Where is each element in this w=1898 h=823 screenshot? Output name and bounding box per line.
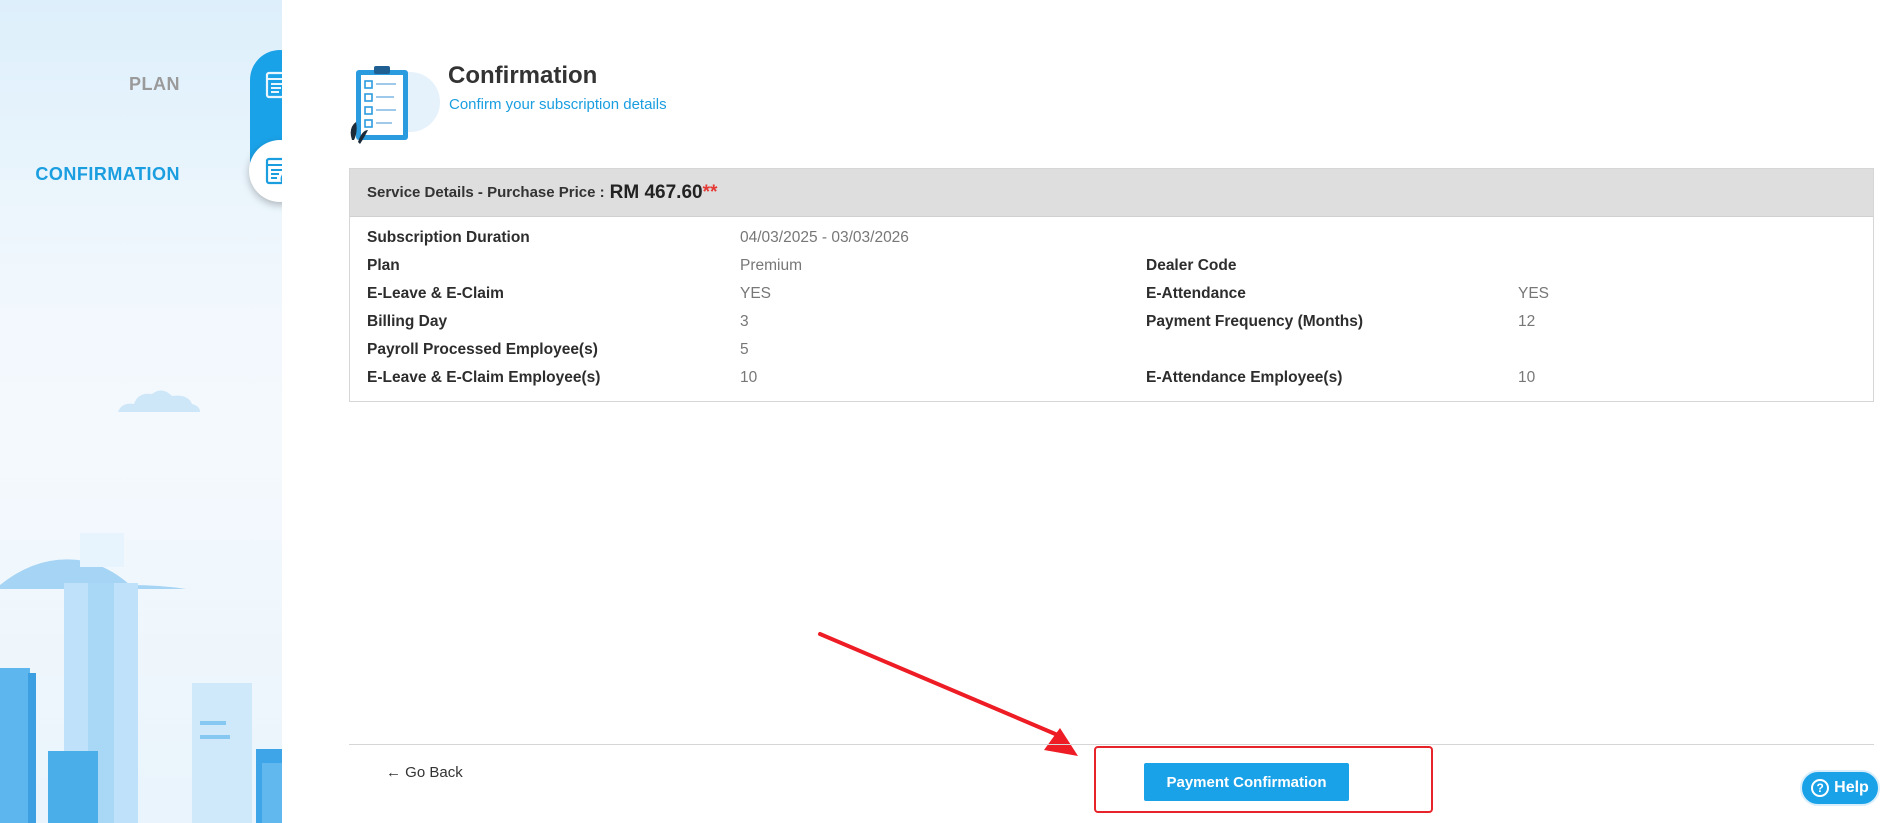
field-value-plan: Premium: [740, 257, 803, 274]
purchase-price-value: RM 467.60: [609, 181, 703, 203]
step-label-confirmation[interactable]: CONFIRMATION: [35, 164, 180, 185]
field-label-plan: Plan: [367, 257, 400, 274]
field-label-dealer-code: Dealer Code: [1146, 257, 1237, 274]
field-value-subscription-duration: 04/03/2025 - 03/03/2026: [740, 229, 909, 246]
field-value-eattendance: YES: [1518, 285, 1550, 302]
purchase-price-label: Service Details - Purchase Price :: [367, 184, 605, 201]
go-back-link[interactable]: ← Go Back: [386, 764, 463, 781]
annotation-arrow: [818, 632, 1078, 756]
cloud-decoration: [118, 390, 200, 412]
price-footnote-marker: **: [702, 181, 718, 203]
city-skyline-illustration: [0, 533, 282, 823]
service-details-panel: Service Details - Purchase Price : RM 46…: [349, 168, 1874, 402]
field-value-eleave-eclaim: YES: [740, 285, 772, 302]
field-value-eattendance-employees: 10: [1518, 369, 1536, 386]
page-subtitle: Confirm your subscription details: [449, 96, 667, 113]
field-label-eleave-eclaim: E-Leave & E-Claim: [367, 285, 504, 302]
step-label-plan[interactable]: PLAN: [129, 74, 180, 95]
field-value-payment-frequency: 12: [1518, 313, 1536, 330]
field-label-payment-frequency: Payment Frequency (Months): [1146, 313, 1364, 330]
field-value-payroll-employees: 5: [740, 341, 749, 358]
payment-confirmation-button[interactable]: Payment Confirmation: [1144, 763, 1349, 801]
clipboard-checklist-icon: [350, 66, 440, 144]
field-label-billing-day: Billing Day: [367, 313, 448, 330]
field-value-eleave-eclaim-employees: 10: [740, 369, 758, 386]
footer-divider: [349, 744, 1874, 745]
service-details-header: Service Details - Purchase Price : RM 46…: [350, 169, 1873, 217]
question-icon: ?: [1811, 779, 1830, 797]
page-header: Confirmation Confirm your subscription d…: [348, 62, 948, 152]
page-title: Confirmation: [448, 62, 598, 89]
field-label-eattendance: E-Attendance: [1146, 285, 1246, 302]
help-button[interactable]: ? Help: [1800, 770, 1880, 806]
plan-document-icon[interactable]: [250, 55, 282, 115]
field-label-eleave-eclaim-employees: E-Leave & E-Claim Employee(s): [367, 369, 601, 386]
field-value-billing-day: 3: [740, 313, 749, 330]
sidebar: PLAN CONFIRMATION: [0, 0, 282, 823]
field-label-subscription-duration: Subscription Duration: [367, 229, 530, 246]
field-label-payroll-employees: Payroll Processed Employee(s): [367, 341, 598, 358]
field-label-eattendance-employees: E-Attendance Employee(s): [1146, 369, 1343, 386]
help-label: Help: [1834, 779, 1869, 796]
